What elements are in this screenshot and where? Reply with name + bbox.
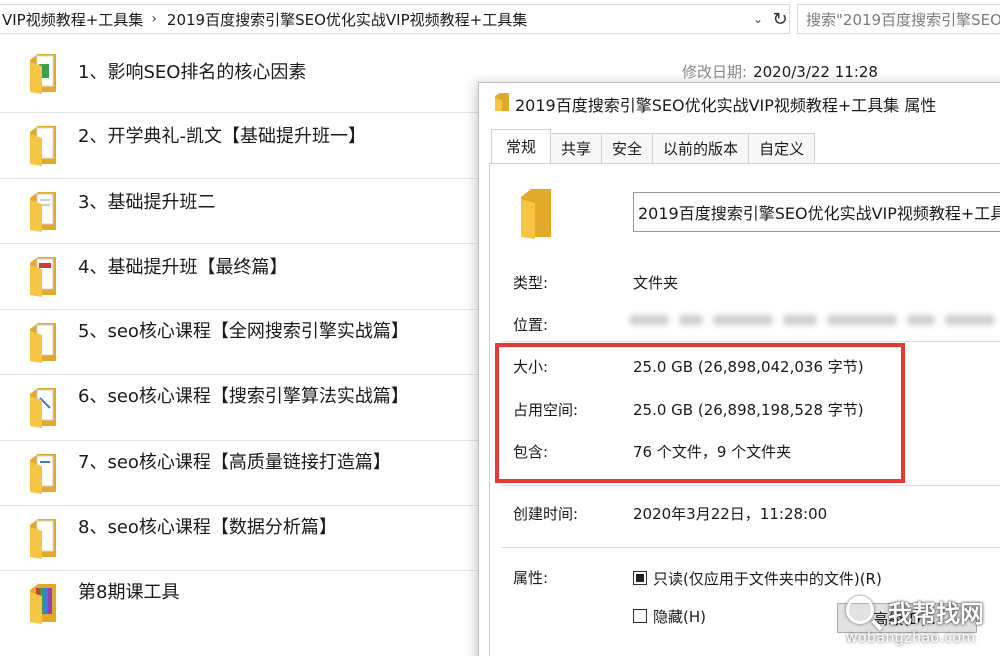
attributes-label: 属性: xyxy=(513,569,549,587)
row-divider xyxy=(0,178,478,179)
breadcrumb-separator-icon: › xyxy=(151,11,157,27)
hidden-checkbox[interactable] xyxy=(633,609,647,623)
chevron-down-icon[interactable]: ⌄ xyxy=(748,4,768,34)
folder-with-doc-icon xyxy=(30,192,56,232)
file-name: 2、开学典礼-凯文【基础提升班一】 xyxy=(78,126,366,147)
created-value: 2020年3月22日，11:28:00 xyxy=(633,505,828,523)
row-divider xyxy=(0,374,478,375)
properties-dialog: 2019百度搜索引擎SEO优化实战VIP视频教程+工具集 属性 常规 共享 安全… xyxy=(478,82,1000,656)
file-name: 4、基础提升班【最终篇】 xyxy=(78,257,288,278)
file-name: 第8期课工具 xyxy=(78,582,180,603)
folder-large-icon xyxy=(521,189,551,239)
list-item[interactable]: 3、基础提升班二 xyxy=(0,178,478,240)
file-name: 8、seo核心课程【数据分析篇】 xyxy=(78,517,337,538)
modified-date: 修改日期: 2020/3/22 11:28 xyxy=(682,61,878,82)
file-name: 1、影响SEO排名的核心因素 xyxy=(78,62,307,83)
file-name: 3、基础提升班二 xyxy=(78,192,216,213)
list-item[interactable]: 6、seo核心课程【搜索引擎算法实战篇】 xyxy=(0,374,478,436)
modified-date-value: 2020/3/22 11:28 xyxy=(753,63,878,81)
search-input[interactable]: 搜索"2019百度搜索引擎SEO优化实战VIP视频教程+工具集" xyxy=(797,4,1000,34)
folder-name-field[interactable]: 2019百度搜索引擎SEO优化实战VIP视频教程+工具集 xyxy=(633,192,1000,232)
address-bar[interactable]: VIP视频教程+工具集 › 2019百度搜索引擎SEO优化实战VIP视频教程+工… xyxy=(0,4,790,34)
list-item[interactable]: 2、开学典礼-凯文【基础提升班一】 xyxy=(0,112,478,174)
folder-with-blue-doc-icon xyxy=(30,388,56,428)
folder-with-blue-doc-icon xyxy=(30,454,56,494)
divider xyxy=(501,547,1000,548)
row-divider xyxy=(0,570,478,571)
folder-with-colorful-files-icon xyxy=(30,584,56,624)
list-item[interactable]: 1、影响SEO排名的核心因素 xyxy=(0,38,478,100)
row-divider xyxy=(0,440,478,441)
tab-security[interactable]: 安全 xyxy=(601,133,654,163)
tab-previous-versions[interactable]: 以前的版本 xyxy=(652,133,750,163)
location-label: 位置: xyxy=(513,316,549,334)
divider xyxy=(501,485,1000,486)
tab-general[interactable]: 常规 xyxy=(491,129,552,163)
list-item[interactable]: 5、seo核心课程【全网搜索引擎实战篇】 xyxy=(0,309,478,371)
dialog-title: 2019百度搜索引擎SEO优化实战VIP视频教程+工具集 属性 xyxy=(515,96,937,115)
list-item[interactable]: 7、seo核心课程【高质量链接打造篇】 xyxy=(0,440,478,502)
magnifier-icon xyxy=(846,596,874,624)
breadcrumb-current[interactable]: 2019百度搜索引擎SEO优化实战VIP视频教程+工具集 xyxy=(165,9,527,30)
list-item[interactable]: 第8期课工具 xyxy=(0,570,478,632)
tab-bar: 常规 共享 安全 以前的版本 自定义 xyxy=(491,129,816,163)
dialog-titlebar[interactable]: 2019百度搜索引擎SEO优化实战VIP视频教程+工具集 属性 xyxy=(479,83,1000,121)
hidden-label: 隐藏(H) xyxy=(653,608,706,626)
folder-icon xyxy=(30,126,56,166)
watermark: 我帮找网 wobangzhao.com xyxy=(842,588,1000,656)
type-value: 文件夹 xyxy=(633,274,679,292)
refresh-icon[interactable]: ↻ xyxy=(770,4,790,34)
modified-date-label: 修改日期: xyxy=(682,63,748,81)
red-highlight-box xyxy=(495,343,905,483)
divider xyxy=(501,341,1000,342)
address-bar-area: VIP视频教程+工具集 › 2019百度搜索引擎SEO优化实战VIP视频教程+工… xyxy=(0,0,1000,38)
readonly-label: 只读(仅应用于文件夹中的文件)(R) xyxy=(653,570,882,588)
row-divider xyxy=(0,309,478,310)
folder-icon xyxy=(30,519,56,559)
tab-customize[interactable]: 自定义 xyxy=(748,133,816,163)
created-label: 创建时间: xyxy=(513,505,579,523)
watermark-text-cn: 我帮找网 xyxy=(888,600,984,628)
readonly-checkbox[interactable] xyxy=(633,571,647,585)
file-name: 6、seo核心课程【搜索引擎算法实战篇】 xyxy=(78,386,409,407)
type-label: 类型: xyxy=(513,274,549,292)
breadcrumb-parent[interactable]: VIP视频教程+工具集 xyxy=(0,9,143,30)
folder-with-doc-icon xyxy=(30,323,56,363)
folder-with-red-doc-icon xyxy=(30,257,56,297)
folder-icon xyxy=(495,93,509,111)
list-item[interactable]: 4、基础提升班【最终篇】 xyxy=(0,243,478,305)
row-divider xyxy=(0,112,478,113)
file-name: 7、seo核心课程【高质量链接打造篇】 xyxy=(78,452,391,473)
list-item[interactable]: 8、seo核心课程【数据分析篇】 xyxy=(0,505,478,567)
watermark-text-en: wobangzhao.com xyxy=(846,630,976,646)
folder-with-green-doc-icon xyxy=(30,54,56,94)
location-value-blurred xyxy=(629,312,1000,328)
row-divider xyxy=(0,243,478,244)
file-name: 5、seo核心课程【全网搜索引擎实战篇】 xyxy=(78,321,409,342)
row-divider xyxy=(0,505,478,506)
tab-sharing[interactable]: 共享 xyxy=(550,133,603,163)
